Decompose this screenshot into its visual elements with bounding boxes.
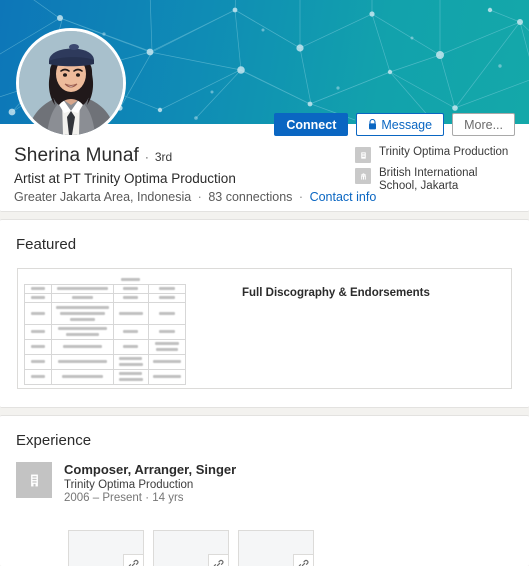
connection-degree-badge: 3rd — [154, 150, 173, 164]
table-row — [23, 292, 187, 303]
thumbnail-table — [23, 275, 187, 385]
org-item-school[interactable]: British International School, Jakarta — [355, 167, 515, 193]
experience-title: Composer, Arranger, Singer — [64, 462, 237, 477]
featured-section-title: Featured — [16, 236, 77, 253]
featured-item-caption: Full Discography & Endorsements — [242, 287, 430, 299]
experience-dates: 2006 – Present · 14 yrs — [64, 492, 184, 504]
avatar[interactable] — [16, 28, 126, 138]
media-card[interactable] — [238, 530, 314, 566]
org-label: Trinity Optima Production — [379, 146, 509, 158]
table-row — [23, 353, 187, 370]
link-icon — [123, 554, 143, 566]
profile-portrait-illustration — [19, 31, 123, 135]
company-building-icon — [355, 147, 371, 163]
media-card[interactable] — [68, 530, 144, 566]
link-icon — [208, 554, 228, 566]
discography-table-thumbnail — [18, 269, 190, 388]
identity-block: Sherina Munaf · 3rd Artist at PT Trinity… — [14, 145, 376, 204]
featured-item-caption-wrap: Full Discography & Endorsements — [190, 269, 511, 388]
table-row — [23, 323, 187, 340]
experience-media-row — [68, 530, 314, 566]
profile-card: Connect Message More... Sherina Munaf · … — [0, 0, 529, 212]
profile-subline: Greater Jakarta Area, Indonesia · 83 con… — [14, 190, 376, 204]
connections-count[interactable]: 83 connections — [208, 190, 292, 204]
subline-separator-2: · — [298, 190, 304, 204]
org-label: British International School, Jakarta — [379, 167, 478, 192]
subline-separator-1: · — [197, 190, 202, 204]
featured-card: Featured Full Discography & Endorsements — [0, 219, 529, 408]
experience-section-title: Experience — [16, 432, 92, 449]
experience-entry-text: Composer, Arranger, Singer Trinity Optim… — [64, 462, 236, 504]
lock-icon — [368, 118, 377, 130]
experience-entry[interactable]: Composer, Arranger, Singer Trinity Optim… — [16, 462, 236, 504]
connect-button[interactable]: Connect — [274, 113, 349, 136]
featured-item[interactable]: Full Discography & Endorsements — [17, 268, 512, 389]
media-card[interactable] — [153, 530, 229, 566]
profile-headline: Artist at PT Trinity Optima Production — [14, 171, 236, 186]
org-list: Trinity Optima Production British Intern… — [355, 146, 515, 197]
table-row — [23, 301, 187, 325]
linkedin-profile-page: Connect Message More... Sherina Munaf · … — [0, 0, 529, 566]
message-button[interactable]: Message — [356, 113, 445, 136]
experience-card: Experience Composer, Arranger, Singer Tr… — [0, 415, 529, 566]
degree-separator: · — [144, 150, 149, 164]
connect-button-label: Connect — [286, 117, 337, 132]
profile-action-buttons: Connect Message More... — [274, 113, 515, 136]
name-row: Sherina Munaf · 3rd — [14, 145, 376, 167]
more-button[interactable]: More... — [452, 113, 515, 136]
message-button-label: Message — [381, 117, 433, 132]
org-item-company[interactable]: Trinity Optima Production — [355, 146, 515, 163]
profile-location: Greater Jakarta Area, Indonesia — [14, 190, 192, 204]
more-button-label: More... — [464, 117, 503, 132]
avatar-photo — [19, 31, 123, 135]
table-row — [23, 283, 187, 294]
table-row — [23, 338, 187, 355]
table-row — [23, 368, 187, 385]
page-title: Sherina Munaf — [14, 145, 139, 166]
table-row — [25, 275, 186, 284]
school-building-icon — [355, 168, 371, 184]
experience-company: Trinity Optima Production — [64, 479, 194, 491]
link-icon — [293, 554, 313, 566]
company-building-icon — [16, 462, 52, 498]
